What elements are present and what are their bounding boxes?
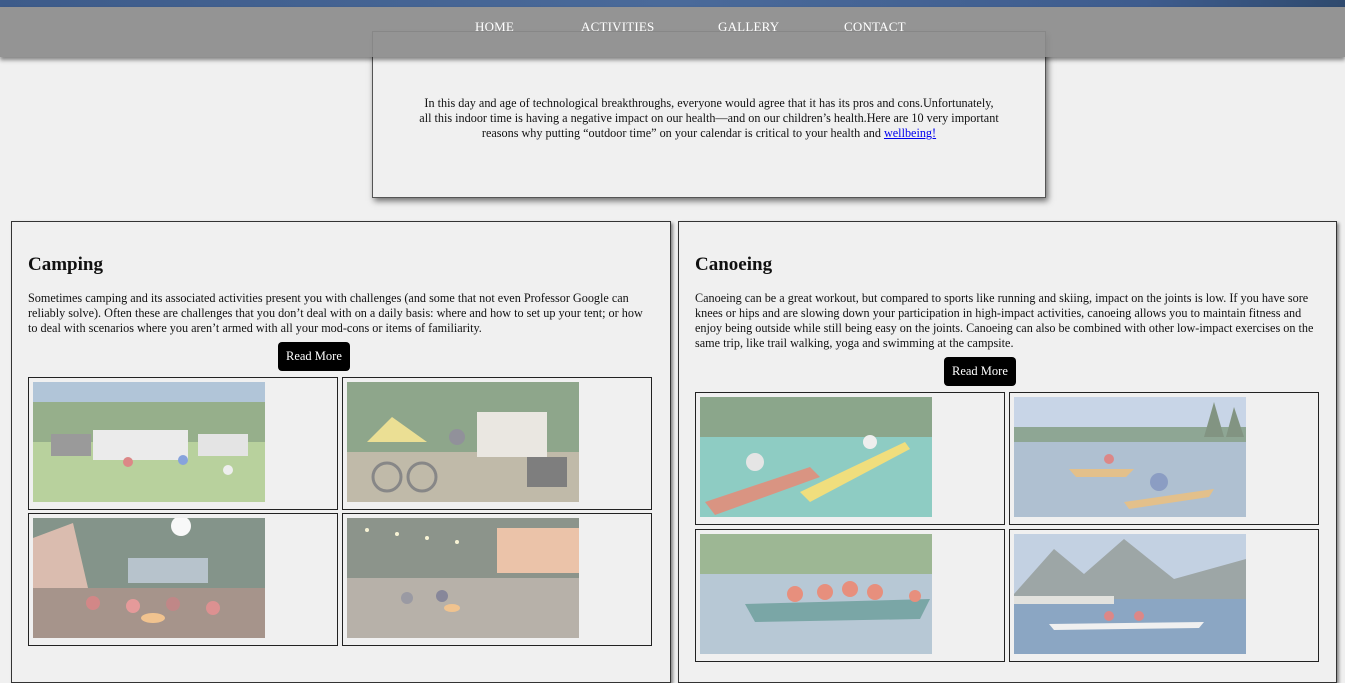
camping-title: Camping [28,254,103,275]
nav-home-link[interactable]: HOME [475,19,514,35]
camping-tents-bikes-photo[interactable] [347,382,579,502]
canoeing-card: Canoeing Canoeing can be a great workout… [678,221,1337,683]
camping-caravan-photo[interactable] [33,382,265,502]
canoe-lake-group-photo[interactable] [1014,397,1246,517]
camping-evening-lights-photo[interactable] [347,518,579,638]
canoeing-description: Canoeing can be a great workout, but com… [695,291,1314,350]
nav-gallery-link[interactable]: GALLERY [718,19,779,35]
kayak-mountain-bay-photo[interactable] [1014,534,1246,654]
canoeing-read-more-button[interactable]: Read More [944,357,1016,386]
canoeing-photo-cell-4 [1009,529,1319,662]
nav-contact-link[interactable]: CONTACT [844,19,906,35]
camping-photo-cell-1 [28,377,338,510]
wellbeing-link[interactable]: wellbeing! [884,126,936,140]
camping-photo-cell-3 [28,513,338,646]
canoeing-title: Canoeing [695,254,773,275]
canoeing-photo-cell-2 [1009,392,1319,525]
camping-photo-cell-2 [342,377,652,510]
canoeing-photo-cell-3 [695,529,1005,662]
camping-photo-cell-4 [342,513,652,646]
nav-activities-link[interactable]: ACTIVITIES [581,19,655,35]
camping-read-more-button[interactable]: Read More [278,342,350,371]
camping-night-fire-photo[interactable] [33,518,265,638]
canoe-family-photo[interactable] [700,534,932,654]
canoe-clear-water-photo[interactable] [700,397,932,517]
top-navbar: HOME ACTIVITIES GALLERY CONTACT [0,7,1345,57]
canoeing-photo-cell-1 [695,392,1005,525]
intro-paragraph: In this day and age of technological bre… [419,96,999,141]
camping-description: Sometimes camping and its associated act… [28,291,643,335]
camping-card: Camping Sometimes camping and its associ… [11,221,671,683]
header-photo-strip [0,0,1345,7]
